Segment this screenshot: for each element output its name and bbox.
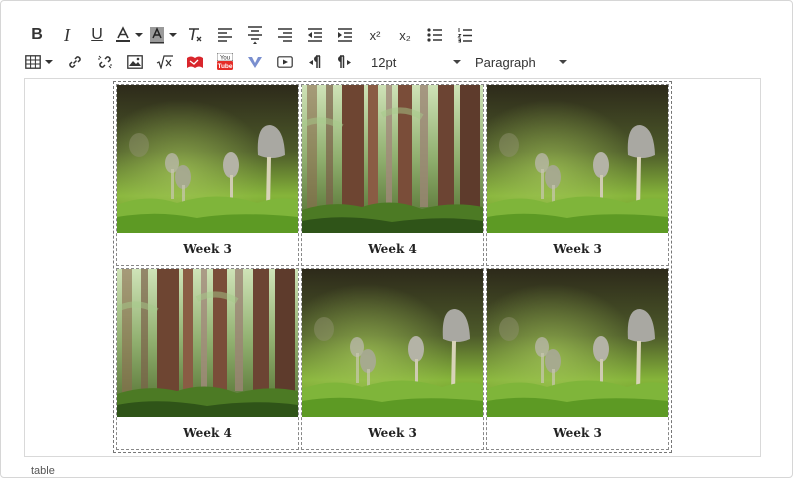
table-icon bbox=[25, 55, 41, 69]
cell-caption: Week 3 bbox=[183, 242, 232, 256]
chevron-down-icon bbox=[559, 60, 567, 64]
table-row: Week 4 Week 3 Week 3 bbox=[116, 268, 669, 450]
table-cell[interactable]: Week 4 bbox=[116, 268, 299, 450]
link-button[interactable] bbox=[63, 50, 87, 74]
italic-button[interactable]: I bbox=[55, 23, 79, 47]
link-icon bbox=[69, 56, 81, 68]
youtube-icon: You Tube bbox=[217, 53, 233, 70]
chevron-down-icon bbox=[169, 33, 177, 37]
table-cell[interactable]: Week 4 bbox=[301, 84, 484, 266]
cell-caption: Week 3 bbox=[553, 426, 602, 440]
align-center-button[interactable] bbox=[243, 23, 267, 47]
unlink-icon bbox=[98, 55, 112, 69]
indent-button[interactable] bbox=[333, 23, 357, 47]
youtube-button[interactable]: You Tube bbox=[213, 50, 237, 74]
image-icon bbox=[127, 55, 143, 69]
mushroom-photo[interactable] bbox=[117, 85, 298, 233]
unlink-button[interactable] bbox=[93, 50, 117, 74]
image-button[interactable] bbox=[123, 50, 147, 74]
square-root-icon bbox=[156, 55, 173, 69]
outdent-icon bbox=[308, 28, 322, 42]
text-color-icon bbox=[116, 26, 130, 42]
table-cell[interactable]: Week 3 bbox=[486, 84, 669, 266]
underline-button[interactable]: U bbox=[85, 23, 109, 47]
subscript-button[interactable]: x₂ bbox=[393, 23, 417, 47]
table-cell[interactable]: Week 3 bbox=[301, 268, 484, 450]
font-size-select[interactable]: 12pt bbox=[367, 51, 467, 73]
font-size-value: 12pt bbox=[371, 54, 397, 70]
align-left-icon bbox=[218, 28, 232, 42]
table-cell[interactable]: Week 3 bbox=[486, 268, 669, 450]
chevron-down-icon bbox=[453, 60, 461, 64]
cell-caption: Week 4 bbox=[368, 242, 417, 256]
cell-caption: Week 3 bbox=[368, 426, 417, 440]
ltr-direction-button[interactable] bbox=[303, 50, 327, 74]
block-format-value: Paragraph bbox=[475, 54, 536, 70]
table-button[interactable] bbox=[25, 50, 53, 74]
redwood-forest-photo[interactable] bbox=[302, 85, 483, 233]
mushroom-photo[interactable] bbox=[487, 269, 668, 417]
align-left-button[interactable] bbox=[213, 23, 237, 47]
svg-text:Tube: Tube bbox=[217, 63, 232, 70]
chevron-down-icon bbox=[135, 33, 143, 37]
background-color-button[interactable] bbox=[149, 23, 177, 47]
mushroom-photo[interactable] bbox=[302, 269, 483, 417]
align-right-icon bbox=[278, 28, 292, 42]
bullet-list-icon bbox=[427, 28, 442, 42]
image-table[interactable]: Week 3 Week 4 Week 3 Week 4 Week 3 Week … bbox=[113, 81, 672, 453]
block-format-select[interactable]: Paragraph bbox=[471, 51, 573, 73]
bullet-list-button[interactable] bbox=[423, 23, 447, 47]
table-cell[interactable]: Week 3 bbox=[116, 84, 299, 266]
align-center-icon bbox=[248, 26, 262, 44]
numbered-list-icon bbox=[457, 28, 472, 43]
toolbar-row-formatting: B I U x² x₂ bbox=[25, 22, 483, 48]
text-color-button[interactable] bbox=[115, 23, 143, 47]
svg-text:You: You bbox=[220, 56, 230, 62]
chevron-down-icon bbox=[45, 60, 53, 64]
media-comment-button[interactable] bbox=[183, 50, 207, 74]
numbered-list-button[interactable] bbox=[453, 23, 477, 47]
pilcrow-ltr-icon bbox=[309, 55, 321, 68]
vimeo-button[interactable] bbox=[243, 50, 267, 74]
embed-media-button[interactable] bbox=[273, 50, 297, 74]
rtl-direction-button[interactable] bbox=[333, 50, 357, 74]
editor-window: B I U x² x₂ You Tube 12pt Paragraph Week… bbox=[0, 0, 793, 478]
table-row: Week 3 Week 4 Week 3 bbox=[116, 84, 669, 266]
equation-button[interactable] bbox=[153, 50, 177, 74]
clear-formatting-icon bbox=[189, 28, 202, 42]
cell-caption: Week 3 bbox=[553, 242, 602, 256]
vimeo-icon bbox=[248, 57, 262, 68]
superscript-button[interactable]: x² bbox=[363, 23, 387, 47]
bold-button[interactable]: B bbox=[25, 23, 49, 47]
indent-icon bbox=[338, 28, 352, 42]
pilcrow-rtl-icon bbox=[338, 55, 351, 68]
align-right-button[interactable] bbox=[273, 23, 297, 47]
video-embed-icon bbox=[277, 56, 293, 68]
status-path: table bbox=[31, 465, 55, 477]
cell-caption: Week 4 bbox=[183, 426, 232, 440]
editor-content-area[interactable]: Week 3 Week 4 Week 3 Week 4 Week 3 Week … bbox=[24, 78, 761, 457]
background-color-icon bbox=[150, 27, 164, 44]
book-red-icon bbox=[187, 56, 203, 68]
clear-formatting-button[interactable] bbox=[183, 23, 207, 47]
mushroom-photo[interactable] bbox=[487, 85, 668, 233]
outdent-button[interactable] bbox=[303, 23, 327, 47]
redwood-forest-photo[interactable] bbox=[117, 269, 298, 417]
toolbar-row-insert: You Tube 12pt Paragraph bbox=[25, 49, 573, 75]
